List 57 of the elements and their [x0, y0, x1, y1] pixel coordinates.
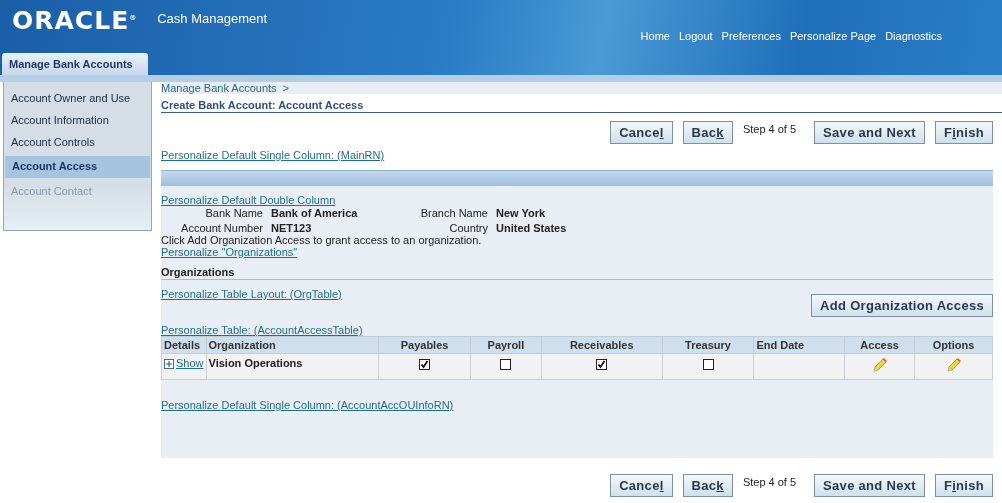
column-header: Access [844, 336, 915, 354]
field-value: United States [496, 222, 568, 234]
personalize-link[interactable]: Personalize Default Single Column: (AccountAccOUInfoRN) [161, 399, 993, 411]
personalize-link[interactable]: Personalize Default Single Column: (MainRN) [161, 149, 993, 161]
field-label: Bank Name [204, 207, 264, 219]
action-button[interactable]: Back [682, 121, 733, 144]
personalize-link[interactable]: Personalize "Organizations" [161, 246, 993, 258]
global-link[interactable]: Home [640, 30, 670, 50]
global-link[interactable]: Logout [678, 30, 713, 50]
personalize-link[interactable]: Personalize Table: (AccountAccessTable) [161, 324, 993, 336]
section-title: Organizations [161, 266, 993, 280]
action-button[interactable]: Save and Next [814, 474, 925, 497]
global-link[interactable]: Personalize Page [789, 30, 877, 50]
checkbox[interactable] [596, 359, 608, 370]
field-label: Account Number [180, 222, 264, 234]
column-header: Options [914, 336, 993, 354]
action-button[interactable]: Finish [934, 121, 993, 144]
field-value: NET123 [271, 222, 313, 234]
show-link[interactable]: Show [176, 357, 204, 369]
column-header: Organization [206, 336, 379, 354]
action-button[interactable]: Save and Next [814, 121, 925, 144]
field-label: Branch Name [419, 207, 489, 219]
table-cell: Vision Operations [206, 353, 379, 380]
breadcrumb-separator: > [282, 82, 289, 94]
oracle-logo: ORACLE$^{®}$ [12, 6, 138, 34]
step-indicator: Step 4 of 5 [742, 476, 797, 488]
action-button[interactable]: Back [682, 474, 733, 497]
action-button[interactable]: Cancel [610, 474, 673, 497]
column-header: End Date [753, 336, 845, 354]
global-link[interactable]: Diagnostics [885, 30, 942, 50]
field-value: New York [496, 207, 547, 219]
checkbox[interactable] [500, 359, 512, 370]
page-title: Create Bank Account: Account Access [161, 99, 1002, 113]
tab[interactable]: Manage Bank Accounts [2, 53, 148, 75]
step-indicator: Step 4 of 5 [742, 123, 797, 135]
add-organization-button[interactable]: Add Organization Access [811, 294, 993, 317]
instruction-text: Click Add Organization Access to grant access to an organization. [161, 234, 483, 246]
breadcrumb-link[interactable]: Manage Bank Accounts [161, 82, 277, 94]
sidebar-item[interactable]: Account Owner and Use [4, 88, 151, 110]
column-header: Receivables [541, 336, 663, 354]
sidebar-item[interactable]: Account Information [4, 110, 151, 132]
sidebar-item[interactable]: Account Controls [4, 132, 151, 154]
personalize-link[interactable]: Personalize Default Double Column [161, 194, 993, 206]
column-header: Payables [378, 336, 471, 354]
checkbox[interactable] [419, 359, 431, 370]
checkbox[interactable] [702, 359, 714, 370]
app-title: Cash Management [157, 11, 268, 26]
column-header: Treasury [662, 336, 754, 354]
field-value: Bank of America [271, 207, 359, 219]
field-label: Country [448, 222, 489, 234]
action-button[interactable]: Cancel [610, 121, 673, 144]
column-header: Payroll [470, 336, 542, 354]
action-button[interactable]: Finish [934, 474, 993, 497]
column-header: Details [161, 336, 207, 354]
expand-icon[interactable] [164, 359, 174, 370]
sidebar-item[interactable]: Account Access [5, 156, 150, 178]
global-link[interactable]: Preferences [721, 30, 781, 50]
